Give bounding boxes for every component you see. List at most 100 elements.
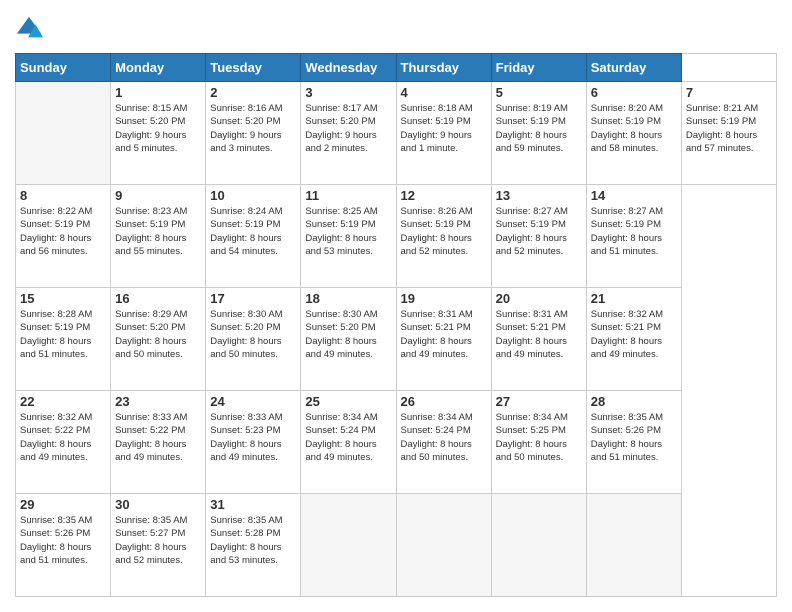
cell-info: Sunrise: 8:32 AMSunset: 5:22 PMDaylight:… bbox=[20, 412, 92, 463]
day-number: 21 bbox=[591, 291, 677, 306]
empty-cell bbox=[396, 494, 491, 597]
day-number: 3 bbox=[305, 85, 391, 100]
cell-info: Sunrise: 8:35 AMSunset: 5:26 PMDaylight:… bbox=[20, 515, 92, 566]
page: SundayMondayTuesdayWednesdayThursdayFrid… bbox=[0, 0, 792, 612]
calendar-cell-3: 3 Sunrise: 8:17 AMSunset: 5:20 PMDaylight… bbox=[301, 82, 396, 185]
weekday-header-row: SundayMondayTuesdayWednesdayThursdayFrid… bbox=[16, 54, 777, 82]
calendar-cell-17: 17 Sunrise: 8:30 AMSunset: 5:20 PMDayligh… bbox=[206, 288, 301, 391]
empty-cell bbox=[301, 494, 396, 597]
cell-info: Sunrise: 8:34 AMSunset: 5:24 PMDaylight:… bbox=[401, 412, 473, 463]
cell-info: Sunrise: 8:33 AMSunset: 5:23 PMDaylight:… bbox=[210, 412, 282, 463]
cell-info: Sunrise: 8:35 AMSunset: 5:28 PMDaylight:… bbox=[210, 515, 282, 566]
weekday-header-monday: Monday bbox=[111, 54, 206, 82]
empty-cell bbox=[586, 494, 681, 597]
calendar-cell-11: 11 Sunrise: 8:25 AMSunset: 5:19 PMDayligh… bbox=[301, 185, 396, 288]
cell-info: Sunrise: 8:20 AMSunset: 5:19 PMDaylight:… bbox=[591, 103, 663, 154]
header bbox=[15, 15, 777, 43]
weekday-header-wednesday: Wednesday bbox=[301, 54, 396, 82]
cell-info: Sunrise: 8:28 AMSunset: 5:19 PMDaylight:… bbox=[20, 309, 92, 360]
cell-info: Sunrise: 8:27 AMSunset: 5:19 PMDaylight:… bbox=[496, 206, 568, 257]
cell-info: Sunrise: 8:30 AMSunset: 5:20 PMDaylight:… bbox=[210, 309, 282, 360]
calendar-cell-5: 5 Sunrise: 8:19 AMSunset: 5:19 PMDaylight… bbox=[491, 82, 586, 185]
day-number: 9 bbox=[115, 188, 201, 203]
day-number: 2 bbox=[210, 85, 296, 100]
day-number: 15 bbox=[20, 291, 106, 306]
calendar-cell-7: 7 Sunrise: 8:21 AMSunset: 5:19 PMDaylight… bbox=[681, 82, 776, 185]
cell-info: Sunrise: 8:23 AMSunset: 5:19 PMDaylight:… bbox=[115, 206, 187, 257]
weekday-header-saturday: Saturday bbox=[586, 54, 681, 82]
cell-info: Sunrise: 8:33 AMSunset: 5:22 PMDaylight:… bbox=[115, 412, 187, 463]
day-number: 23 bbox=[115, 394, 201, 409]
day-number: 7 bbox=[686, 85, 772, 100]
day-number: 24 bbox=[210, 394, 296, 409]
calendar-cell-30: 30 Sunrise: 8:35 AMSunset: 5:27 PMDayligh… bbox=[111, 494, 206, 597]
calendar-table: SundayMondayTuesdayWednesdayThursdayFrid… bbox=[15, 53, 777, 597]
day-number: 12 bbox=[401, 188, 487, 203]
day-number: 29 bbox=[20, 497, 106, 512]
empty-cell bbox=[16, 82, 111, 185]
day-number: 26 bbox=[401, 394, 487, 409]
calendar-cell-16: 16Sunrise: 8:29 AMSunset: 5:20 PMDayligh… bbox=[111, 288, 206, 391]
calendar-cell-26: 26 Sunrise: 8:34 AMSunset: 5:24 PMDayligh… bbox=[396, 391, 491, 494]
cell-info: Sunrise: 8:34 AMSunset: 5:24 PMDaylight:… bbox=[305, 412, 377, 463]
day-number: 4 bbox=[401, 85, 487, 100]
calendar-cell-1: 1Sunrise: 8:15 AMSunset: 5:20 PMDaylight… bbox=[111, 82, 206, 185]
calendar-cell-29: 29 Sunrise: 8:35 AMSunset: 5:26 PMDayligh… bbox=[16, 494, 111, 597]
day-number: 17 bbox=[210, 291, 296, 306]
cell-info: Sunrise: 8:29 AMSunset: 5:20 PMDaylight:… bbox=[115, 309, 187, 360]
calendar-cell-28: 28 Sunrise: 8:35 AMSunset: 5:26 PMDayligh… bbox=[586, 391, 681, 494]
day-number: 31 bbox=[210, 497, 296, 512]
cell-info: Sunrise: 8:35 AMSunset: 5:27 PMDaylight:… bbox=[115, 515, 187, 566]
cell-info: Sunrise: 8:25 AMSunset: 5:19 PMDaylight:… bbox=[305, 206, 377, 257]
day-number: 18 bbox=[305, 291, 391, 306]
calendar-cell-15: 15 Sunrise: 8:28 AMSunset: 5:19 PMDayligh… bbox=[16, 288, 111, 391]
day-number: 30 bbox=[115, 497, 201, 512]
calendar-cell-12: 12 Sunrise: 8:26 AMSunset: 5:19 PMDayligh… bbox=[396, 185, 491, 288]
day-number: 8 bbox=[20, 188, 106, 203]
cell-info: Sunrise: 8:35 AMSunset: 5:26 PMDaylight:… bbox=[591, 412, 663, 463]
calendar-cell-14: 14 Sunrise: 8:27 AMSunset: 5:19 PMDayligh… bbox=[586, 185, 681, 288]
weekday-header-tuesday: Tuesday bbox=[206, 54, 301, 82]
calendar-cell-19: 19 Sunrise: 8:31 AMSunset: 5:21 PMDayligh… bbox=[396, 288, 491, 391]
cell-info: Sunrise: 8:17 AMSunset: 5:20 PMDaylight:… bbox=[305, 103, 377, 154]
day-number: 11 bbox=[305, 188, 391, 203]
weekday-header-friday: Friday bbox=[491, 54, 586, 82]
calendar-cell-20: 20Sunrise: 8:31 AMSunset: 5:21 PMDayligh… bbox=[491, 288, 586, 391]
day-number: 5 bbox=[496, 85, 582, 100]
calendar-cell-25: 25 Sunrise: 8:34 AMSunset: 5:24 PMDayligh… bbox=[301, 391, 396, 494]
calendar-cell-9: 9 Sunrise: 8:23 AMSunset: 5:19 PMDaylight… bbox=[111, 185, 206, 288]
calendar-cell-18: 18 Sunrise: 8:30 AMSunset: 5:20 PMDayligh… bbox=[301, 288, 396, 391]
calendar-cell-2: 2Sunrise: 8:16 AMSunset: 5:20 PMDaylight… bbox=[206, 82, 301, 185]
day-number: 20 bbox=[496, 291, 582, 306]
day-number: 10 bbox=[210, 188, 296, 203]
cell-info: Sunrise: 8:22 AMSunset: 5:19 PMDaylight:… bbox=[20, 206, 92, 257]
cell-info: Sunrise: 8:30 AMSunset: 5:20 PMDaylight:… bbox=[305, 309, 377, 360]
logo-icon bbox=[15, 15, 43, 43]
cell-info: Sunrise: 8:26 AMSunset: 5:19 PMDaylight:… bbox=[401, 206, 473, 257]
calendar-cell-24: 24 Sunrise: 8:33 AMSunset: 5:23 PMDayligh… bbox=[206, 391, 301, 494]
cell-info: Sunrise: 8:34 AMSunset: 5:25 PMDaylight:… bbox=[496, 412, 568, 463]
calendar-cell-10: 10Sunrise: 8:24 AMSunset: 5:19 PMDayligh… bbox=[206, 185, 301, 288]
day-number: 13 bbox=[496, 188, 582, 203]
calendar-cell-21: 21Sunrise: 8:32 AMSunset: 5:21 PMDayligh… bbox=[586, 288, 681, 391]
cell-info: Sunrise: 8:31 AMSunset: 5:21 PMDaylight:… bbox=[401, 309, 473, 360]
calendar-cell-4: 4 Sunrise: 8:18 AMSunset: 5:19 PMDaylight… bbox=[396, 82, 491, 185]
calendar-cell-22: 22Sunrise: 8:32 AMSunset: 5:22 PMDayligh… bbox=[16, 391, 111, 494]
cell-info: Sunrise: 8:18 AMSunset: 5:19 PMDaylight:… bbox=[401, 103, 473, 154]
calendar-cell-13: 13 Sunrise: 8:27 AMSunset: 5:19 PMDayligh… bbox=[491, 185, 586, 288]
empty-cell bbox=[491, 494, 586, 597]
day-number: 19 bbox=[401, 291, 487, 306]
calendar-cell-6: 6 Sunrise: 8:20 AMSunset: 5:19 PMDaylight… bbox=[586, 82, 681, 185]
calendar-cell-27: 27 Sunrise: 8:34 AMSunset: 5:25 PMDayligh… bbox=[491, 391, 586, 494]
day-number: 27 bbox=[496, 394, 582, 409]
day-number: 28 bbox=[591, 394, 677, 409]
cell-info: Sunrise: 8:27 AMSunset: 5:19 PMDaylight:… bbox=[591, 206, 663, 257]
logo bbox=[15, 15, 47, 43]
cell-info: Sunrise: 8:21 AMSunset: 5:19 PMDaylight:… bbox=[686, 103, 758, 154]
day-number: 14 bbox=[591, 188, 677, 203]
cell-info: Sunrise: 8:15 AMSunset: 5:20 PMDaylight:… bbox=[115, 103, 187, 154]
day-number: 25 bbox=[305, 394, 391, 409]
calendar-cell-31: 31 Sunrise: 8:35 AMSunset: 5:28 PMDayligh… bbox=[206, 494, 301, 597]
day-number: 6 bbox=[591, 85, 677, 100]
cell-info: Sunrise: 8:19 AMSunset: 5:19 PMDaylight:… bbox=[496, 103, 568, 154]
